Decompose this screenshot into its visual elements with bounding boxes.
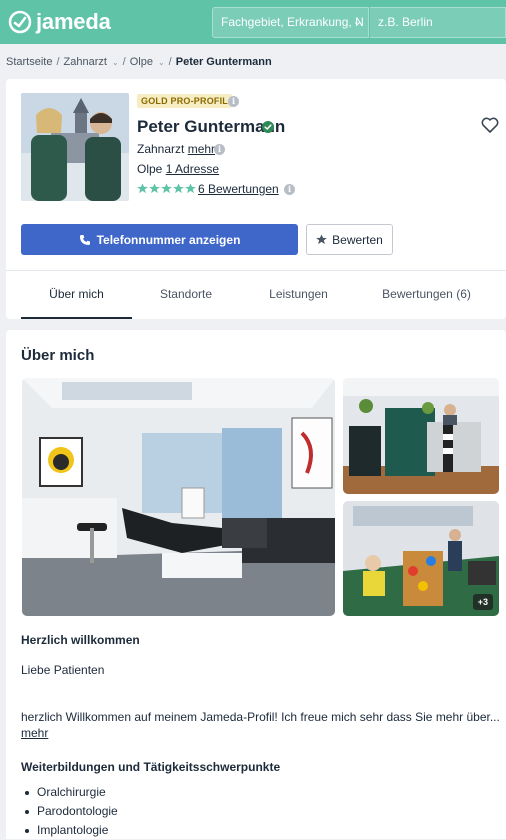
- location-line: Olpe 1 Adresse: [137, 162, 219, 176]
- location-search-input[interactable]: z.B. Berlin: [370, 7, 506, 38]
- specialty-label: Zahnarzt: [137, 142, 185, 156]
- list-item: Oralchirurgie: [21, 783, 118, 802]
- intro-more-link[interactable]: mehr: [21, 726, 48, 740]
- reviews-link[interactable]: 6 Bewertungen: [198, 182, 279, 196]
- show-phone-label: Telefonnummer anzeigen: [96, 232, 241, 247]
- tab-standorte[interactable]: Standorte: [141, 271, 231, 319]
- jameda-logo-icon: [8, 10, 32, 34]
- star-icon: [149, 183, 160, 194]
- practice-photo-waiting-room[interactable]: +3: [343, 501, 499, 616]
- breadcrumb-separator: /: [122, 56, 126, 68]
- address-link[interactable]: 1 Adresse: [166, 162, 219, 176]
- breadcrumb-separator: /: [168, 56, 172, 68]
- list-item: Implantologie: [21, 821, 118, 840]
- profile-tabs: Über mich Standorte Leistungen Bewertung…: [6, 270, 506, 319]
- info-icon[interactable]: i: [284, 184, 295, 195]
- gold-pro-badge: GOLD PRO-PROFIL: [137, 94, 232, 108]
- rate-button[interactable]: Bewerten: [306, 224, 393, 255]
- tab-ueber-mich[interactable]: Über mich: [21, 271, 132, 319]
- top-navigation-bar: jameda Fachgebiet, Erkrankung, N ⌄ z.B. …: [0, 0, 506, 44]
- about-card: Über mich +3 Herzlich willkommen Liebe P…: [6, 330, 506, 839]
- specialty-search-input[interactable]: Fachgebiet, Erkrankung, N ⌄: [212, 7, 369, 38]
- list-item: Parodontologie: [21, 802, 118, 821]
- chevron-down-icon[interactable]: ⌄: [112, 58, 119, 67]
- phone-icon: [79, 234, 90, 245]
- about-title: Über mich: [21, 347, 95, 364]
- more-photos-badge[interactable]: +3: [472, 594, 493, 610]
- profile-card: GOLD PRO-PROFIL i Peter Guntermann Zahna…: [6, 79, 506, 319]
- chevron-down-icon[interactable]: ⌄: [158, 58, 165, 67]
- practice-photo-treatment-room[interactable]: [22, 378, 335, 616]
- location-search-placeholder: z.B. Berlin: [378, 15, 433, 29]
- practice-photo-reception[interactable]: [343, 378, 499, 494]
- breadcrumb-specialty[interactable]: Zahnarzt: [64, 56, 107, 68]
- profile-photo[interactable]: [21, 93, 129, 201]
- jameda-logo[interactable]: jameda: [8, 8, 111, 36]
- specialty-search-placeholder: Fachgebiet, Erkrankung, N: [221, 15, 364, 29]
- breadcrumb: Startseite / Zahnarzt ⌄ / Olpe ⌄ / Peter…: [6, 55, 272, 69]
- show-phone-button[interactable]: Telefonnummer anzeigen: [21, 224, 298, 255]
- chevron-down-icon: ⌄: [352, 16, 362, 28]
- info-icon[interactable]: i: [228, 96, 239, 107]
- breadcrumb-city[interactable]: Olpe: [130, 56, 153, 68]
- star-icon: [161, 183, 172, 194]
- heart-icon[interactable]: [481, 117, 499, 133]
- city-label: Olpe: [137, 162, 163, 176]
- training-list: Oralchirurgie Parodontologie Implantolog…: [21, 783, 118, 840]
- breadcrumb-current: Peter Guntermann: [175, 56, 272, 68]
- tab-leistungen[interactable]: Leistungen: [256, 271, 341, 319]
- specialty-line: Zahnarzt mehr: [137, 142, 215, 156]
- star-icon: [173, 183, 184, 194]
- star-icon: [137, 183, 148, 194]
- breadcrumb-home[interactable]: Startseite: [6, 56, 52, 68]
- rate-label: Bewerten: [332, 232, 383, 247]
- rating-stars: [137, 183, 196, 194]
- star-icon: [185, 183, 196, 194]
- breadcrumb-separator: /: [56, 56, 60, 68]
- welcome-heading: Herzlich willkommen: [21, 633, 140, 647]
- verified-check-icon: [262, 121, 274, 133]
- intro-text: herzlich Willkommen auf meinem Jameda-Pr…: [21, 710, 500, 724]
- specialty-more-link[interactable]: mehr: [188, 142, 215, 156]
- star-icon: [316, 234, 327, 245]
- greeting-text: Liebe Patienten: [21, 663, 105, 677]
- brand-name: jameda: [36, 9, 111, 34]
- info-icon[interactable]: i: [214, 144, 225, 155]
- training-heading: Weiterbildungen und Tätigkeitsschwerpunk…: [21, 760, 281, 774]
- tab-bewertungen[interactable]: Bewertungen (6): [374, 271, 479, 319]
